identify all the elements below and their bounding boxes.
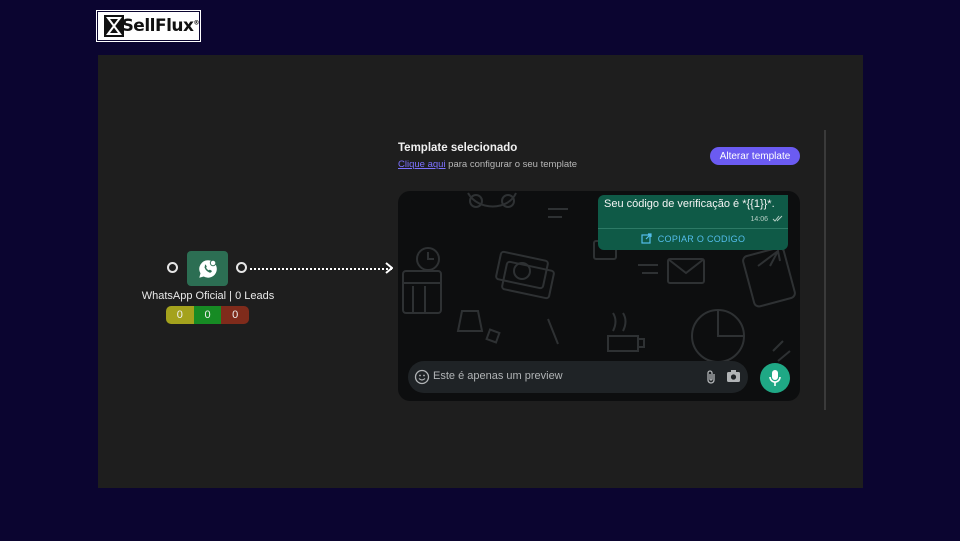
hourglass-icon <box>104 15 124 37</box>
camera-icon <box>727 370 740 382</box>
lead-counters: 0 0 0 <box>166 306 249 324</box>
template-subtitle: Clique aqui para configurar o seu templa… <box>398 159 578 170</box>
double-check-icon <box>772 215 783 225</box>
template-title: Template selecionado <box>398 142 518 154</box>
alter-template-button[interactable]: Alterar template <box>710 147 800 165</box>
flow-canvas[interactable]: WhatsApp Oficial | 0 Leads 0 0 0 Templat… <box>98 55 863 488</box>
counter-red: 0 <box>221 306 249 324</box>
dotted-connector <box>250 268 392 270</box>
node-output-handle[interactable] <box>236 262 247 273</box>
panel-divider <box>824 130 826 410</box>
attach-icon <box>707 370 715 384</box>
copy-code-button[interactable]: COPIAR O CODIGO <box>598 233 788 244</box>
counter-yellow: 0 <box>166 306 194 324</box>
node-input-handle[interactable] <box>167 262 178 273</box>
message-text: Seu código de verificação é *{{1}}*. <box>604 198 775 210</box>
input-placeholder: Este é apenas um preview <box>433 370 563 382</box>
sellflux-logo: SellFlux® <box>96 10 201 42</box>
whatsapp-node[interactable] <box>187 251 228 286</box>
arrow-right-icon <box>385 262 394 277</box>
node-label: WhatsApp Oficial | 0 Leads <box>141 290 275 302</box>
counter-green: 0 <box>193 306 222 324</box>
message-time: 14:06 <box>750 216 768 223</box>
logo-text: SellFlux® <box>121 16 200 36</box>
mic-icon <box>769 370 781 386</box>
message-bubble: Seu código de verificação é *{{1}}*. 14:… <box>598 195 788 250</box>
bubble-separator <box>598 228 788 229</box>
whatsapp-preview: Seu código de verificação é *{{1}}*. 14:… <box>398 191 800 401</box>
whatsapp-icon <box>198 259 217 278</box>
message-input: Este é apenas um preview <box>408 361 748 393</box>
mic-button <box>760 363 790 393</box>
emoji-icon <box>414 369 430 385</box>
configure-template-link[interactable]: Clique aqui <box>398 159 446 170</box>
external-link-icon <box>641 233 652 244</box>
